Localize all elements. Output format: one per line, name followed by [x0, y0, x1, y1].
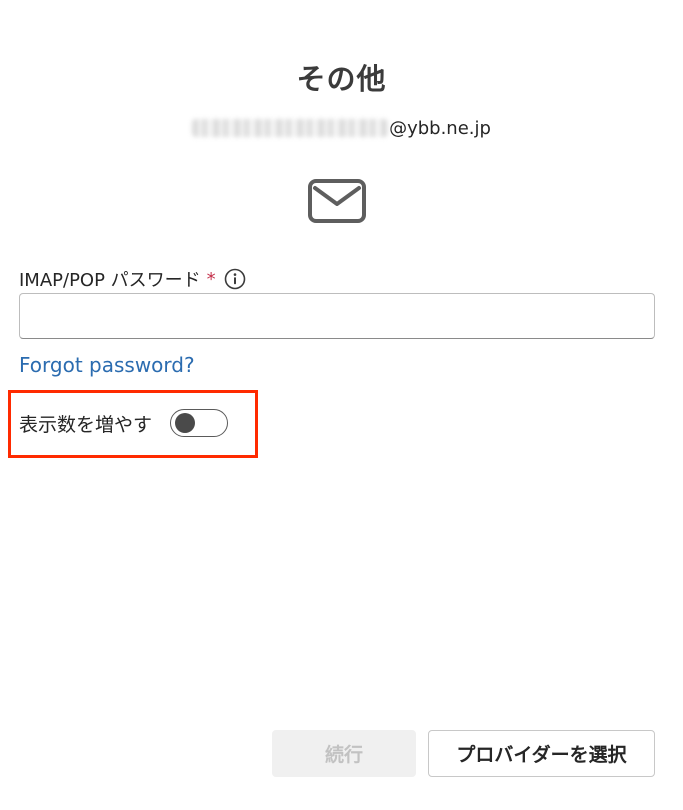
required-marker: * [206, 268, 216, 290]
choose-provider-button[interactable]: プロバイダーを選択 [428, 730, 655, 777]
forgot-password-link[interactable]: Forgot password? [19, 353, 195, 377]
toggle-knob [175, 413, 196, 433]
email-domain: @ybb.ne.jp [389, 118, 491, 139]
more-options-toggle[interactable] [170, 409, 229, 437]
page-title: その他 [296, 62, 387, 96]
more-options-row: 表示数を増やす [19, 405, 229, 441]
info-icon[interactable] [224, 268, 246, 290]
envelope-icon [308, 179, 366, 223]
password-label-text: IMAP/POP パスワード [19, 270, 201, 291]
account-email: @ybb.ne.jp [0, 118, 683, 139]
redacted-email-username [192, 119, 389, 137]
password-input[interactable] [19, 293, 655, 339]
more-options-label: 表示数を増やす [19, 413, 153, 436]
continue-button[interactable]: 続行 [272, 730, 416, 777]
password-field-label: IMAP/POP パスワード * [19, 266, 246, 292]
